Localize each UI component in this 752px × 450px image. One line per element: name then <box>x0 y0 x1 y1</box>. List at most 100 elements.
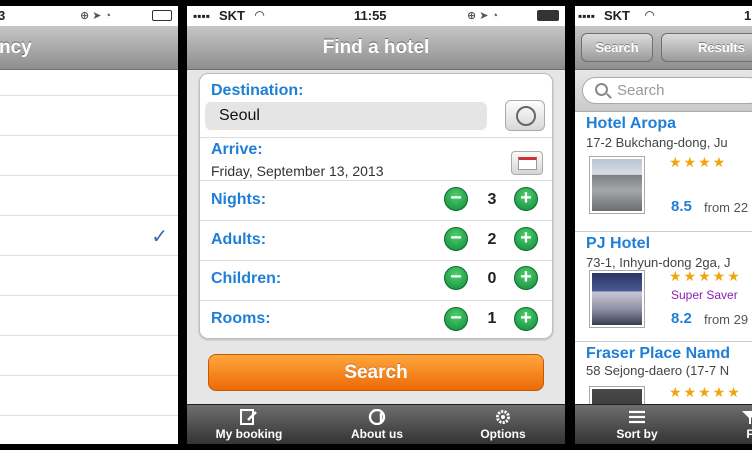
hotel-address: 58 Sejong-daero (17-7 N <box>586 363 730 378</box>
adults-label: Adults: <box>211 231 267 248</box>
search-form: Destination: Seoul Arrive: Friday, Septe… <box>199 73 553 339</box>
tab-label: My booking <box>215 427 283 441</box>
gear-icon <box>496 410 510 424</box>
hotel-list-item[interactable]: Fraser Place Namd 58 Sejong-daero (17-7 … <box>575 342 752 444</box>
nights-minus-button[interactable]: − <box>444 187 468 211</box>
carrier-label: SKT <box>219 8 245 23</box>
nav-bar: Find a hotel <box>187 26 565 70</box>
star-rating: ★★★★ <box>669 154 728 170</box>
divider <box>200 300 552 301</box>
hotel-address: 17-2 Bukchang-dong, Ju <box>586 135 728 150</box>
tab-bar: My booking About us Options <box>187 404 565 444</box>
adults-value: 2 <box>487 231 497 248</box>
nav-bar: Search Results <box>575 26 752 70</box>
star-rating: ★★★★★ <box>669 384 742 400</box>
page-title: Find a hotel <box>322 37 430 58</box>
tab-about-us[interactable]: About us <box>333 405 421 444</box>
list-item[interactable] <box>0 376 178 416</box>
list-item[interactable] <box>0 176 178 216</box>
adults-plus-button[interactable]: + <box>514 227 538 251</box>
signal-icon: ▪▪▪▪ <box>193 9 211 23</box>
list-item[interactable] <box>0 96 178 136</box>
tab-filter[interactable]: F <box>735 405 752 444</box>
hotel-list-item[interactable]: Hotel Aropa 17-2 Bukchang-dong, Ju ★★★★ … <box>575 112 752 232</box>
tab-label: F <box>746 427 752 441</box>
nav-bar: ncy <box>0 26 178 70</box>
children-value: 0 <box>487 270 497 287</box>
currency-screen: 3 ⊕ ➤ ◔ ncy ✓ <box>0 6 178 444</box>
hotel-photo <box>589 270 645 328</box>
hotel-list-item[interactable]: PJ Hotel 73-1, Inhyun-dong 2ga, J ★★★★★ … <box>575 232 752 342</box>
guest-score: 8.5 <box>671 198 692 215</box>
price-from: from 22 <box>704 200 749 215</box>
rooms-value: 1 <box>487 310 497 327</box>
battery-icon <box>152 10 172 21</box>
rooms-minus-button[interactable]: − <box>444 307 468 331</box>
list-icon <box>629 410 645 424</box>
nights-plus-button[interactable]: + <box>514 187 538 211</box>
status-icons: ⊕ ➤ ◔ <box>467 10 499 22</box>
status-bar: ▪▪▪▪ SKT ◠ 1 <box>575 6 752 26</box>
status-time: 1 <box>744 8 752 23</box>
children-minus-button[interactable]: − <box>444 266 468 290</box>
arrive-label: Arrive: <box>211 141 263 158</box>
children-plus-button[interactable]: + <box>514 266 538 290</box>
tab-bar: Sort by F <box>575 404 752 444</box>
hotel-name: Hotel Aropa <box>586 115 677 132</box>
rooms-label: Rooms: <box>211 310 271 327</box>
search-results-screen: ▪▪▪▪ SKT ◠ 1 Search Results Search Hotel… <box>575 6 752 444</box>
list-item[interactable] <box>0 296 178 336</box>
search-icon <box>595 83 608 96</box>
tab-my-booking[interactable]: My booking <box>201 405 297 444</box>
battery-icon <box>537 10 559 21</box>
divider <box>200 220 552 221</box>
status-bar: 3 ⊕ ➤ ◔ <box>0 6 178 26</box>
children-label: Children: <box>211 270 282 287</box>
adults-minus-button[interactable]: − <box>444 227 468 251</box>
status-time: 3 <box>0 8 6 23</box>
destination-label: Destination: <box>211 82 304 99</box>
arrive-date[interactable]: Friday, September 13, 2013 <box>211 163 384 179</box>
list-item-selected[interactable]: ✓ <box>0 216 178 256</box>
hotel-photo <box>589 156 645 214</box>
search-placeholder: Search <box>617 82 665 99</box>
hotel-name: PJ Hotel <box>586 235 651 252</box>
at-sign-icon <box>368 409 386 425</box>
edit-document-icon <box>240 409 257 425</box>
tab-options[interactable]: Options <box>465 405 541 444</box>
promo-badge: Super Saver <box>671 288 738 302</box>
checkmark-icon: ✓ <box>151 226 168 248</box>
list-item[interactable] <box>0 71 178 96</box>
rooms-plus-button[interactable]: + <box>514 307 538 331</box>
destination-field[interactable]: Seoul <box>205 102 487 130</box>
wifi-icon: ◠ <box>255 8 265 22</box>
status-bar: ▪▪▪▪ SKT ◠ 11:55 ⊕ ➤ ◔ <box>187 6 565 26</box>
back-button[interactable]: Search <box>581 33 653 62</box>
search-bar: Search <box>575 70 752 112</box>
list-item[interactable] <box>0 136 178 176</box>
location-button[interactable] <box>505 100 545 131</box>
list-item[interactable] <box>0 256 178 296</box>
wifi-icon: ◠ <box>645 8 655 22</box>
tab-sort-by[interactable]: Sort by <box>605 405 669 444</box>
divider <box>200 180 552 181</box>
find-hotel-screen: ▪▪▪▪ SKT ◠ 11:55 ⊕ ➤ ◔ Find a hotel Dest… <box>187 6 565 444</box>
results-button[interactable]: Results <box>661 33 752 62</box>
signal-icon: ▪▪▪▪ <box>578 9 596 23</box>
search-button[interactable]: Search <box>208 354 544 391</box>
search-input[interactable]: Search <box>582 77 752 104</box>
nights-value: 3 <box>487 191 497 208</box>
tab-label: Options <box>480 427 526 441</box>
calendar-button[interactable] <box>511 151 543 175</box>
crosshair-icon <box>516 106 536 126</box>
star-rating: ★★★★★ <box>669 268 742 284</box>
carrier-label: SKT <box>604 8 630 23</box>
status-icons: ⊕ ➤ ◔ <box>80 10 112 22</box>
tab-label: Sort by <box>616 427 658 441</box>
divider <box>200 137 552 138</box>
list-item[interactable] <box>0 336 178 376</box>
divider <box>200 260 552 261</box>
tab-label: About us <box>351 427 403 441</box>
nav-title: ncy <box>0 37 32 58</box>
hotel-name: Fraser Place Namd <box>586 345 731 362</box>
